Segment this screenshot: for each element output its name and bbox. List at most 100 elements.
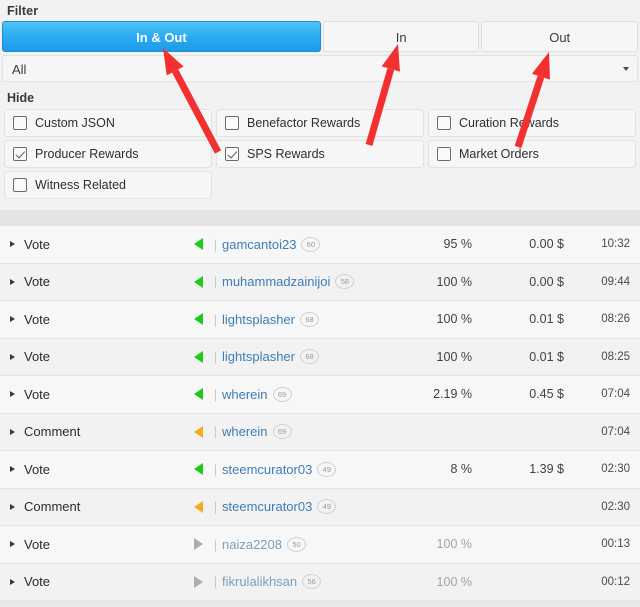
checkbox-sps-rewards[interactable]: SPS Rewards bbox=[215, 140, 424, 168]
caret-right-icon bbox=[9, 428, 15, 435]
chevron-down-icon bbox=[623, 66, 629, 71]
expand-row-button[interactable] bbox=[0, 241, 24, 248]
operation-type: Vote bbox=[24, 274, 51, 290]
caret-right-icon bbox=[9, 316, 15, 323]
payout-amount: 0.45 $ bbox=[529, 387, 564, 402]
account-name[interactable]: wherein bbox=[222, 387, 268, 402]
column-separator: | bbox=[213, 386, 218, 402]
account-name[interactable]: muhammadzainijoi bbox=[222, 274, 330, 289]
reputation-badge: 68 bbox=[300, 349, 319, 365]
checkbox-icon bbox=[13, 116, 27, 130]
account-cell[interactable]: lightsplasher 68 bbox=[222, 349, 384, 365]
caret-right-icon bbox=[9, 466, 15, 473]
checkbox-checked-icon bbox=[13, 147, 27, 161]
expand-row-button[interactable] bbox=[0, 503, 24, 510]
column-separator: | bbox=[213, 574, 218, 590]
table-row[interactable]: Comment | steemcurator03 49 02:30 bbox=[0, 488, 640, 526]
account-name[interactable]: steemcurator03 bbox=[222, 462, 312, 477]
caret-right-icon bbox=[9, 578, 15, 585]
account-name[interactable]: lightsplasher bbox=[222, 349, 295, 364]
expand-row-button[interactable] bbox=[0, 578, 24, 585]
vote-percent: 2.19 % bbox=[433, 387, 472, 402]
account-cell[interactable]: fikrulalikhsan 56 bbox=[222, 574, 384, 590]
checkbox-witness-related[interactable]: Witness Related bbox=[4, 171, 212, 199]
table-row[interactable]: Vote | fikrulalikhsan 56 100 % 00:12 bbox=[0, 563, 640, 601]
segment-out[interactable]: Out bbox=[481, 21, 638, 52]
account-cell[interactable]: steemcurator03 49 bbox=[222, 461, 384, 477]
hide-title: Hide bbox=[7, 91, 35, 105]
caret-right-icon bbox=[9, 241, 15, 248]
account-name[interactable]: wherein bbox=[222, 424, 268, 439]
expand-row-button[interactable] bbox=[0, 428, 24, 435]
payout-amount: 0.00 $ bbox=[529, 237, 564, 252]
segment-in[interactable]: In bbox=[322, 21, 480, 52]
account-cell[interactable]: wherein 69 bbox=[222, 386, 384, 402]
screen: Filter In & Out In Out All Hide Custom J… bbox=[0, 0, 640, 607]
checkbox-label: Custom JSON bbox=[35, 116, 115, 130]
column-separator: | bbox=[213, 349, 218, 365]
vote-percent: 95 % bbox=[443, 237, 473, 252]
table-row[interactable]: Vote | wherein 69 2.19 % 0.45 $ 07:04 bbox=[0, 376, 640, 414]
account-name[interactable]: lightsplasher bbox=[222, 312, 295, 327]
caret-right-icon bbox=[9, 391, 15, 398]
reputation-badge: 58 bbox=[335, 274, 355, 290]
column-separator: | bbox=[213, 236, 218, 252]
table-row[interactable]: Vote | gamcantoi23 60 95 % 0.00 $ 10:32 bbox=[0, 226, 640, 264]
expand-row-button[interactable] bbox=[0, 316, 24, 323]
table-row[interactable]: Comment | wherein 69 07:04 bbox=[0, 413, 640, 451]
arrow-left-incoming-icon bbox=[193, 388, 203, 401]
reputation-badge: 49 bbox=[317, 499, 337, 515]
type-select[interactable]: All bbox=[2, 55, 638, 82]
account-cell[interactable]: gamcantoi23 60 bbox=[222, 236, 384, 252]
type-select-value: All bbox=[12, 62, 27, 77]
checkbox-benefactor-rewards[interactable]: Benefactor Rewards bbox=[215, 109, 424, 137]
account-cell[interactable]: steemcurator03 49 bbox=[222, 499, 384, 515]
checkbox-custom-json[interactable]: Custom JSON bbox=[4, 109, 212, 137]
account-cell[interactable]: lightsplasher 68 bbox=[222, 311, 384, 327]
expand-row-button[interactable] bbox=[0, 353, 24, 360]
caret-right-icon bbox=[9, 541, 15, 548]
direction-cell bbox=[187, 425, 209, 438]
column-separator: | bbox=[213, 499, 218, 515]
vote-percent: 100 % bbox=[436, 312, 472, 327]
arrow-left-incoming-icon bbox=[193, 313, 203, 326]
table-row[interactable]: Vote | naiza2208 50 100 % 00:13 bbox=[0, 526, 640, 564]
transaction-list: Vote | gamcantoi23 60 95 % 0.00 $10:32 Vote | mu… bbox=[0, 226, 640, 601]
timestamp: 02:30 bbox=[601, 500, 630, 513]
operation-type: Vote bbox=[24, 386, 51, 402]
expand-row-button[interactable] bbox=[0, 391, 24, 398]
direction-cell bbox=[187, 388, 209, 401]
arrow-right-outgoing-icon bbox=[193, 575, 203, 588]
checkbox-market-orders[interactable]: Market Orders bbox=[427, 140, 636, 168]
table-row[interactable]: Vote | steemcurator03 49 8 % 1.39 $ 02:30 bbox=[0, 451, 640, 489]
checkbox-producer-rewards[interactable]: Producer Rewards bbox=[4, 140, 212, 168]
direction-cell bbox=[187, 538, 209, 551]
account-cell[interactable]: naiza2208 50 bbox=[222, 536, 384, 552]
account-cell[interactable]: wherein 69 bbox=[222, 424, 384, 440]
segment-in-and-out[interactable]: In & Out bbox=[2, 21, 321, 52]
expand-row-button[interactable] bbox=[0, 466, 24, 473]
table-row[interactable]: Vote | muhammadzainijoi 58 100 % 0.00 $ 09:44 bbox=[0, 263, 640, 301]
checkbox-icon bbox=[436, 116, 451, 130]
account-name[interactable]: naiza2208 bbox=[222, 537, 282, 552]
checkbox-label: Curation Rewards bbox=[458, 116, 560, 130]
checkbox-label: SPS Rewards bbox=[246, 147, 325, 161]
reputation-badge: 60 bbox=[301, 236, 321, 252]
table-row[interactable]: Vote | lightsplasher 68 100 % 0.01 $ 08:26 bbox=[0, 301, 640, 339]
direction-cell bbox=[187, 463, 209, 476]
table-row[interactable]: Vote | lightsplasher 68 100 % 0.01 $ 08:25 bbox=[0, 338, 640, 376]
account-name[interactable]: gamcantoi23 bbox=[222, 237, 296, 252]
arrow-left-comment-icon bbox=[193, 425, 203, 438]
expand-row-button[interactable] bbox=[0, 541, 24, 548]
filter-panel: Filter In & Out In Out All Hide Custom J… bbox=[0, 0, 640, 210]
account-cell[interactable]: muhammadzainijoi 58 bbox=[222, 274, 384, 290]
column-separator: | bbox=[213, 311, 218, 327]
account-name[interactable]: steemcurator03 bbox=[222, 499, 312, 514]
reputation-badge: 68 bbox=[300, 311, 319, 327]
checkbox-curation-rewards[interactable]: Curation Rewards bbox=[427, 109, 636, 137]
checkbox-label: Witness Related bbox=[35, 178, 127, 192]
account-name[interactable]: fikrulalikhsan bbox=[222, 574, 297, 589]
timestamp: 00:12 bbox=[601, 575, 630, 588]
operation-type: Vote bbox=[24, 311, 51, 327]
expand-row-button[interactable] bbox=[0, 278, 24, 285]
